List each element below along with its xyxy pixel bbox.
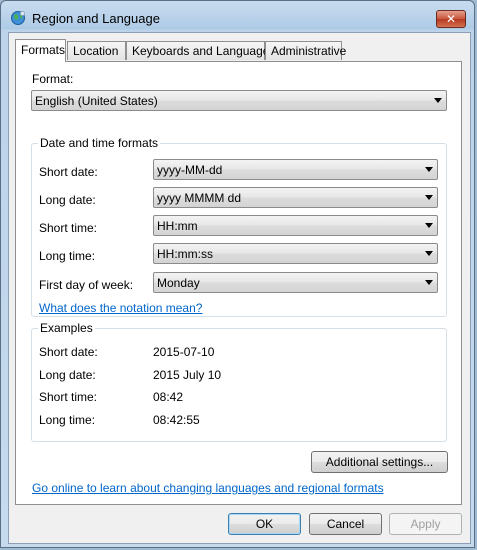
ok-button[interactable]: OK — [228, 513, 301, 535]
example-long-date-value: 2015 July 10 — [153, 368, 222, 382]
long-date-label: Long date: — [39, 193, 96, 207]
globe-icon — [11, 10, 26, 25]
examples-title: Examples — [38, 321, 95, 335]
long-time-label: Long time: — [39, 249, 96, 263]
chevron-down-icon — [434, 98, 442, 103]
short-date-label: Short date: — [39, 165, 98, 179]
example-long-date-label: Long date: — [39, 368, 96, 382]
long-time-dropdown[interactable]: HH:mm:ss — [153, 243, 438, 264]
tab-keyboards-and-languages[interactable]: Keyboards and Languages — [126, 41, 275, 60]
first-day-of-week-dropdown[interactable]: Monday — [153, 272, 438, 293]
notation-help-link[interactable]: What does the notation mean? — [39, 301, 202, 315]
example-short-time-label: Short time: — [39, 390, 98, 404]
short-date-dropdown[interactable]: yyyy-MM-dd — [153, 159, 438, 180]
example-short-date-label: Short date: — [39, 345, 98, 359]
short-time-value: HH:mm — [157, 219, 198, 233]
tab-location[interactable]: Location — [67, 41, 126, 60]
chevron-down-icon — [425, 195, 433, 200]
tab-administrative[interactable]: Administrative — [265, 41, 346, 60]
format-label: Format: — [32, 72, 74, 86]
title-bar[interactable]: Region and Language ✕ — [1, 1, 474, 33]
first-day-of-week-value: Monday — [157, 276, 200, 290]
close-button[interactable]: ✕ — [436, 10, 466, 28]
short-time-label: Short time: — [39, 221, 98, 235]
example-long-time-label: Long time: — [39, 413, 96, 427]
examples-group: Examples Short date: 2015-07-10 Long dat… — [31, 321, 447, 442]
window-title: Region and Language — [32, 11, 160, 26]
dialog-body: Formats Location Keyboards and Languages… — [8, 32, 471, 544]
chevron-down-icon — [425, 251, 433, 256]
close-icon: ✕ — [445, 12, 457, 26]
date-time-formats-title: Date and time formats — [38, 136, 161, 150]
cancel-button[interactable]: Cancel — [309, 513, 382, 535]
tab-formats[interactable]: Formats — [15, 39, 66, 62]
long-time-value: HH:mm:ss — [157, 247, 213, 261]
example-short-date-value: 2015-07-10 — [153, 345, 215, 359]
format-dropdown[interactable]: English (United States) — [31, 90, 447, 111]
chevron-down-icon — [425, 223, 433, 228]
short-date-value: yyyy-MM-dd — [157, 163, 223, 177]
format-value: English (United States) — [35, 94, 158, 108]
long-date-dropdown[interactable]: yyyy MMMM dd — [153, 187, 438, 208]
long-date-value: yyyy MMMM dd — [157, 191, 241, 205]
example-long-time-value: 08:42:55 — [153, 413, 200, 427]
short-time-dropdown[interactable]: HH:mm — [153, 215, 438, 236]
date-time-formats-group: Date and time formats Short date: yyyy-M… — [31, 136, 447, 317]
chevron-down-icon — [425, 167, 433, 172]
dialog-window: Region and Language ✕ Formats Location K… — [0, 0, 475, 548]
example-short-time-value: 08:42 — [153, 390, 184, 404]
chevron-down-icon — [425, 280, 433, 285]
additional-settings-button[interactable]: Additional settings... — [311, 451, 448, 473]
first-day-of-week-label: First day of week: — [39, 278, 134, 292]
formats-panel: Format: English (United States) Date and… — [15, 61, 462, 505]
apply-button[interactable]: Apply — [389, 513, 462, 535]
online-help-link[interactable]: Go online to learn about changing langua… — [32, 481, 384, 495]
